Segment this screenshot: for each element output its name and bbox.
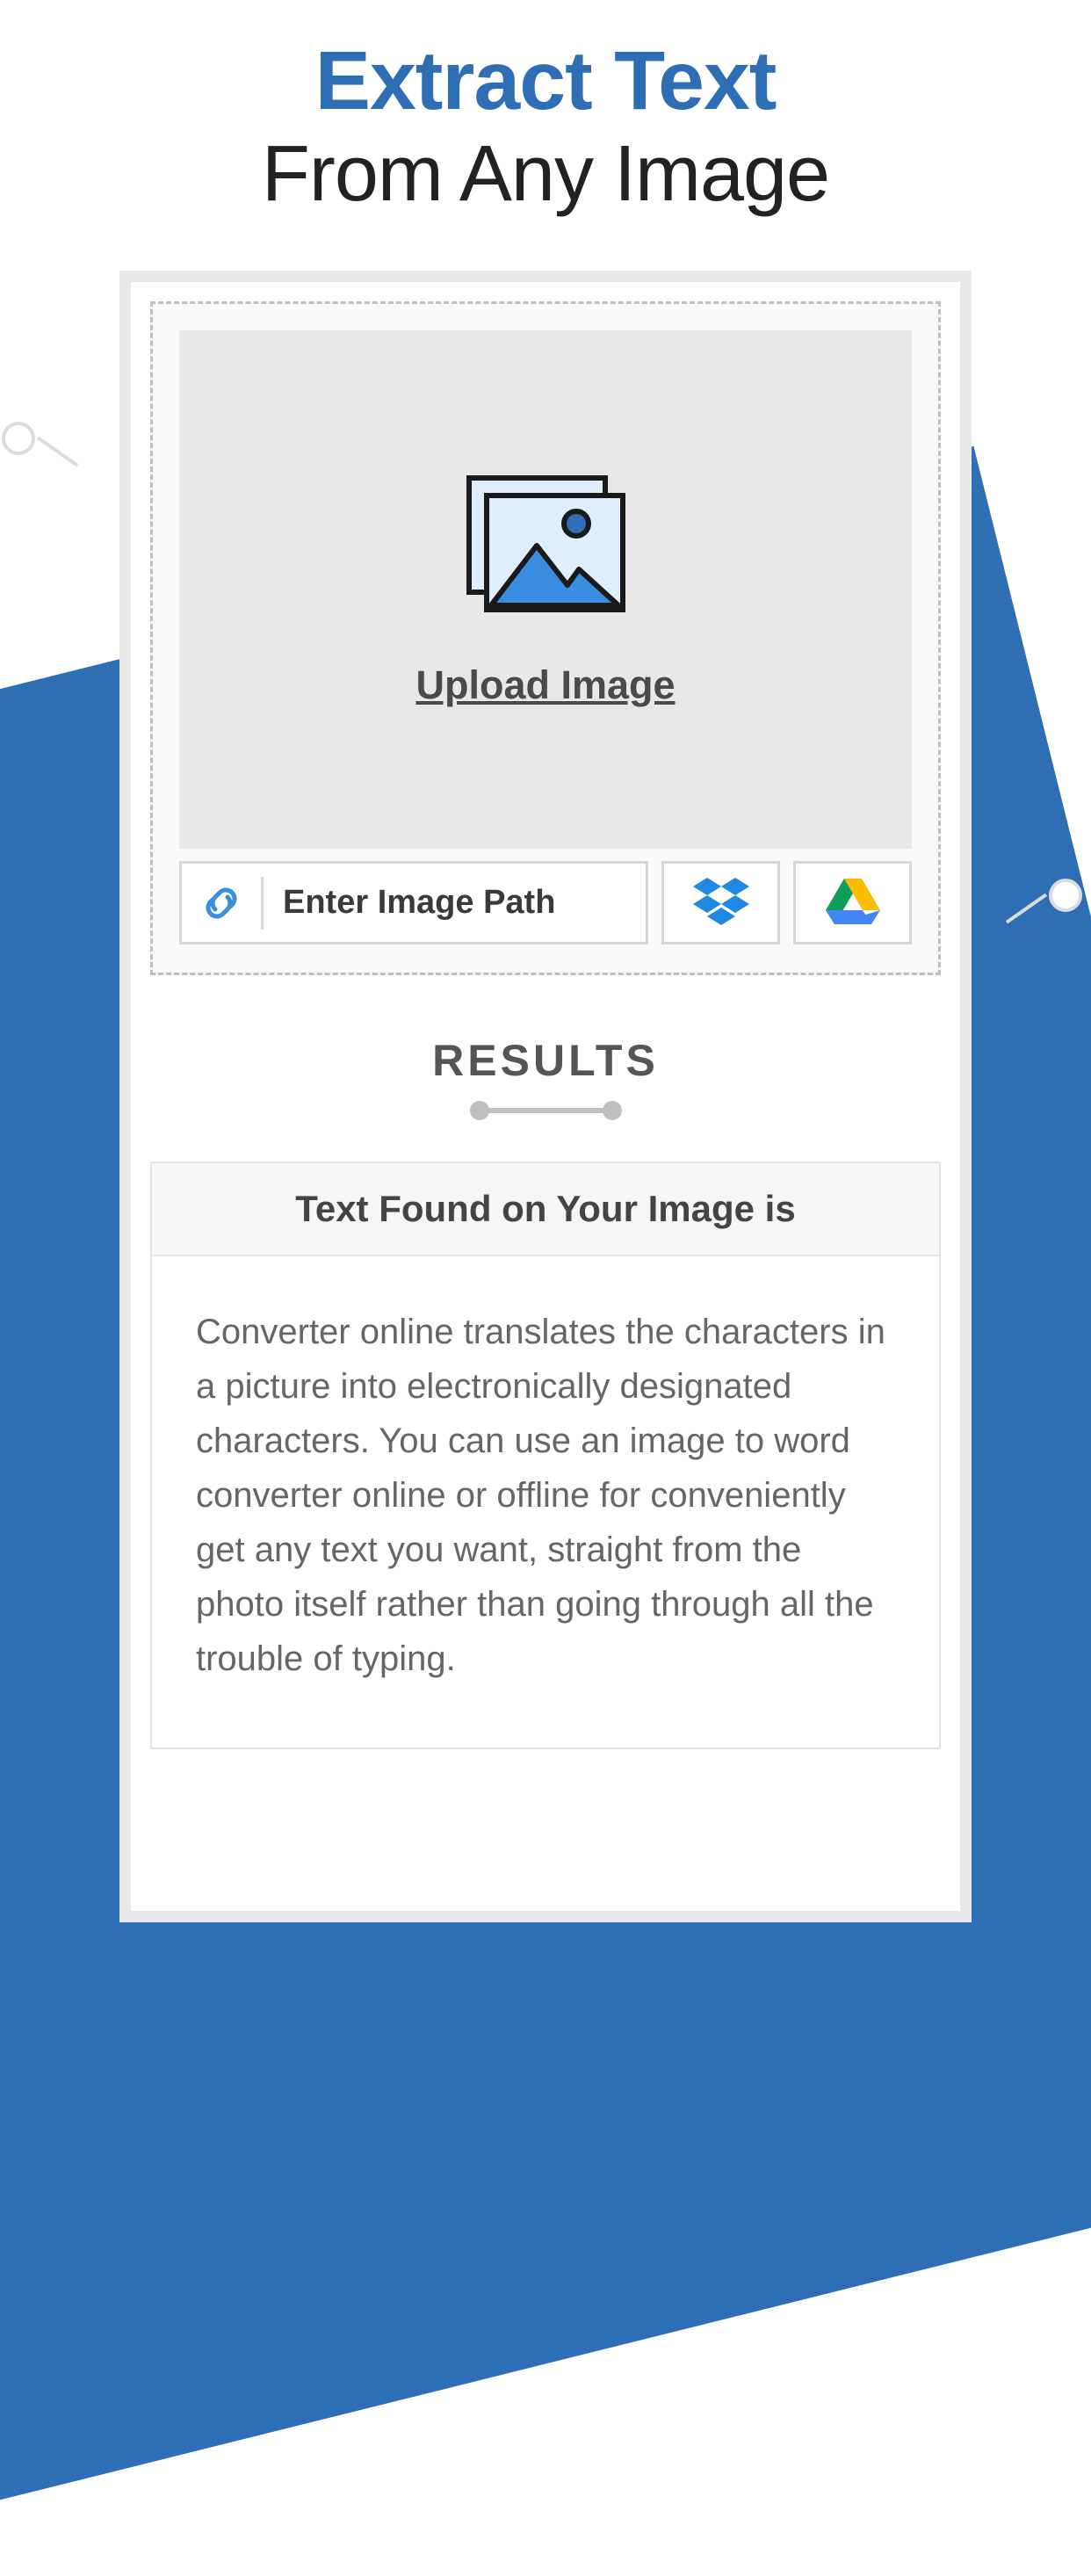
image-path-input[interactable]: Enter Image Path xyxy=(179,861,648,944)
image-stack-icon xyxy=(462,471,629,620)
results-body-text: Converter online translates the characte… xyxy=(152,1256,939,1747)
decorative-circle-right xyxy=(1049,879,1082,912)
link-icon xyxy=(199,877,264,930)
upload-options-row: Enter Image Path xyxy=(179,861,912,944)
results-divider xyxy=(473,1108,618,1113)
results-heading: RESULTS xyxy=(150,1035,941,1086)
page-header: Extract Text From Any Image xyxy=(0,0,1091,220)
upload-dropzone[interactable]: Upload Image xyxy=(179,330,912,849)
results-panel: Text Found on Your Image is Converter on… xyxy=(150,1161,941,1749)
image-path-placeholder: Enter Image Path xyxy=(283,884,555,922)
upload-panel: Upload Image Enter Image Path xyxy=(150,301,941,975)
google-drive-button[interactable] xyxy=(793,861,912,944)
title-secondary: From Any Image xyxy=(0,129,1091,220)
main-card: Upload Image Enter Image Path xyxy=(119,271,972,1922)
dropbox-icon xyxy=(693,876,749,930)
google-drive-icon xyxy=(826,877,880,929)
title-primary: Extract Text xyxy=(0,33,1091,129)
results-panel-title: Text Found on Your Image is xyxy=(152,1163,939,1256)
dropbox-button[interactable] xyxy=(661,861,780,944)
decorative-circle-left xyxy=(2,422,35,455)
upload-label: Upload Image xyxy=(415,662,675,708)
